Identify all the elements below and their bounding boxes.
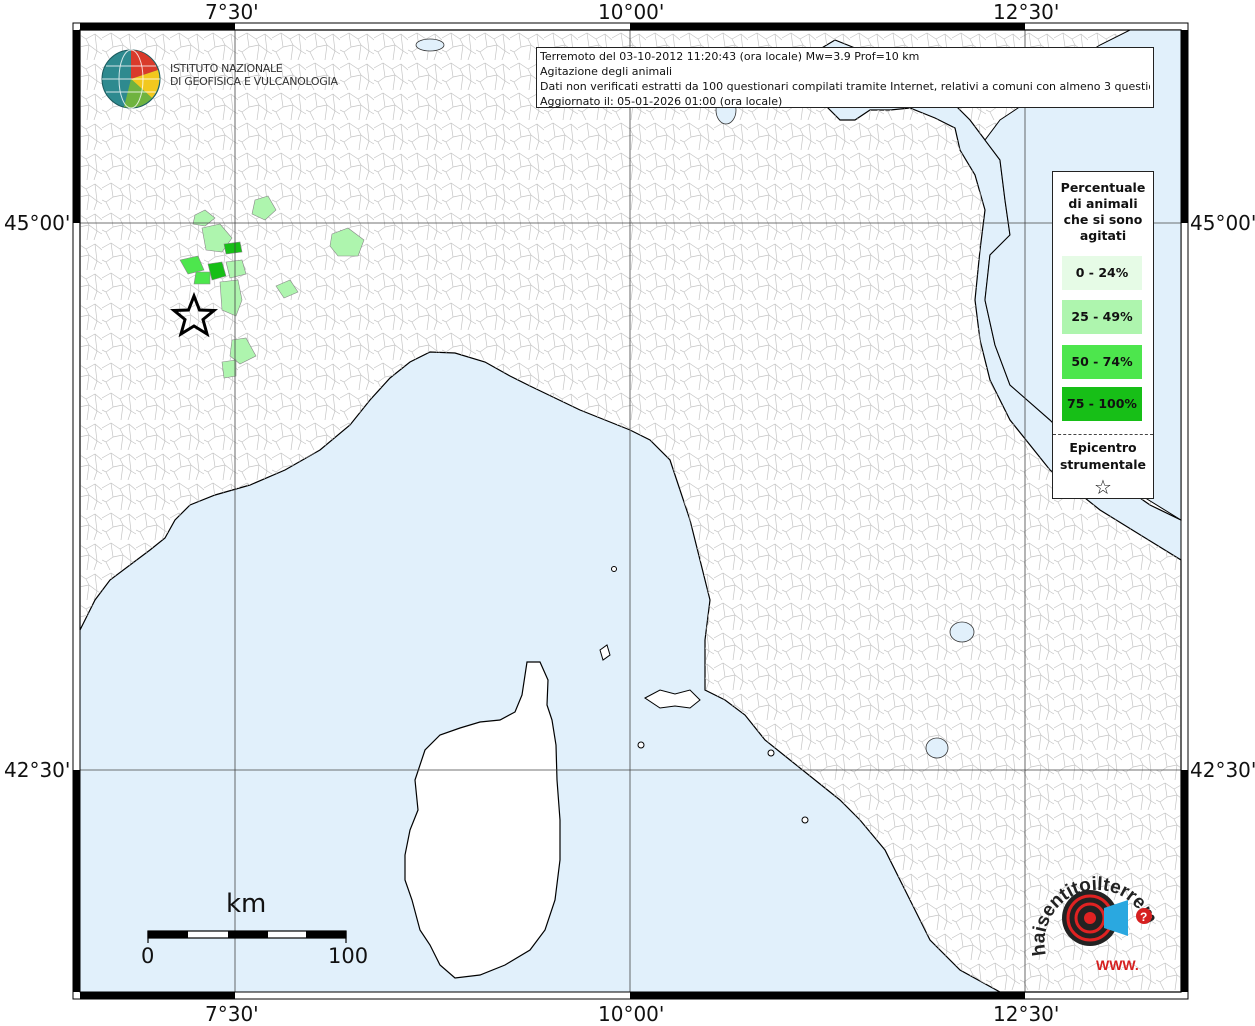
lat-tick-left-2: 42°30' [4, 758, 71, 782]
lat-tick-left-1: 45°00' [4, 211, 71, 235]
islet [767, 749, 775, 757]
legend-epicenter-line: Epicentro [1069, 440, 1137, 455]
data-note: Dati non verificati estratti da 100 ques… [540, 80, 1150, 93]
scale-unit: km [226, 889, 267, 919]
lake [415, 38, 445, 52]
legend-star-icon: ☆ [1094, 475, 1112, 499]
scale-end: 100 [328, 944, 369, 968]
map-subject: Agitazione degli animali [540, 65, 673, 78]
lon-tick-top-3: 12°30' [993, 0, 1060, 24]
legend-separator [1053, 434, 1153, 435]
legend-title: Percentuale di animali che si sono agita… [1053, 180, 1153, 244]
ingv-globe-icon [101, 49, 161, 109]
felt-area [221, 359, 237, 379]
legend-class-75-100: 75 - 100% [1062, 387, 1142, 421]
islet [611, 566, 617, 572]
lat-tick-right-2: 42°30' [1190, 758, 1255, 782]
islet [801, 816, 809, 824]
event-info-box: Terremoto del 03-10-2012 11:20:43 (ora l… [536, 47, 1154, 108]
haisentito-www: WWW. [1096, 957, 1139, 973]
lat-tick-right-1: 45°00' [1190, 211, 1255, 235]
legend-epicenter-line: strumentale [1059, 457, 1147, 472]
ingv-line-1: ISTITUTO NAZIONALE [170, 62, 283, 75]
legend-title-line: di animali [1068, 196, 1138, 211]
haisentito-logo: haisentitoilterremoto.it WWW. ? [1032, 860, 1161, 973]
felt-area [193, 271, 211, 285]
ingv-line-2: DI GEOFISICA E VULCANOLOGIA [170, 75, 338, 88]
ingv-logo-text: ISTITUTO NAZIONALE DI GEOFISICA E VULCAN… [170, 62, 338, 88]
lon-tick-bottom-1: 7°30' [205, 1002, 259, 1026]
lon-tick-bottom-3: 12°30' [993, 1002, 1060, 1026]
lon-tick-bottom-2: 10°00' [598, 1002, 665, 1026]
legend-epicenter-label: Epicentro strumentale [1053, 439, 1153, 473]
legend-class-50-74: 50 - 74% [1062, 345, 1142, 379]
lake [925, 737, 949, 759]
lon-tick-top-1: 7°30' [205, 0, 259, 24]
lon-tick-top-2: 10°00' [598, 0, 665, 24]
scale-start: 0 [141, 944, 155, 968]
legend-title-line: che si sono [1063, 212, 1143, 227]
svg-text:?: ? [1140, 910, 1147, 924]
event-line: Terremoto del 03-10-2012 11:20:43 (ora l… [540, 50, 920, 63]
felt-area [223, 241, 243, 255]
lake [949, 621, 975, 643]
legend-class-0-24: 0 - 24% [1062, 256, 1142, 290]
legend: Percentuale di animali che si sono agita… [1052, 171, 1154, 499]
islet [637, 741, 645, 749]
legend-class-25-49: 25 - 49% [1062, 300, 1142, 334]
update-time: Aggiornato il: 05-01-2026 01:00 (ora loc… [540, 95, 783, 108]
legend-title-line: Percentuale [1060, 180, 1146, 195]
legend-title-line: agitati [1079, 228, 1127, 243]
